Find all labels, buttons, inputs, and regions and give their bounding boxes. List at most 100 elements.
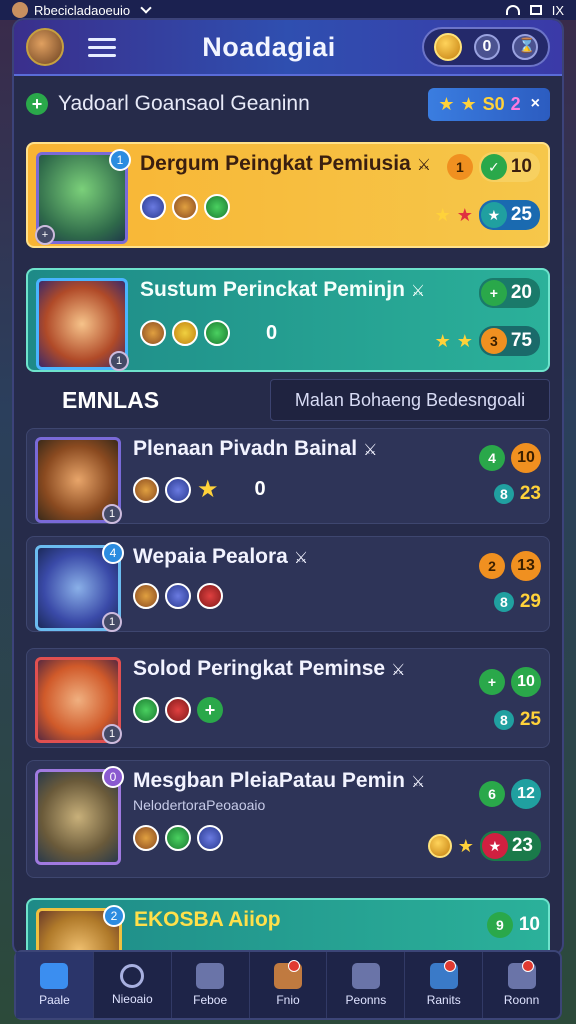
stat-value: +20: [478, 278, 540, 308]
bottom-nav: Paale Nieoaio Feboe Fnio Peonns Ranits R…: [14, 950, 562, 1020]
item-icon[interactable]: [172, 320, 198, 346]
item-icon[interactable]: [133, 476, 159, 503]
stat-icon: 6: [479, 781, 505, 807]
rank-badge: +: [35, 225, 55, 245]
add-icon[interactable]: +: [26, 93, 48, 115]
battery-icon: [529, 5, 542, 15]
nav-label: Fnio: [276, 993, 300, 1007]
item-icon[interactable]: [165, 583, 191, 609]
card-stats: 1 ✓ 10 ★ ★ ★ 25: [435, 152, 540, 230]
item-icon[interactable]: [133, 697, 159, 723]
page-title: Noadagiai: [202, 31, 336, 62]
star-icon: ★: [434, 330, 451, 351]
ranking-card[interactable]: 1 + Dergum Peingkat Pemiusia ⚔ 1 ✓ 10 ★ ★ …: [26, 142, 550, 248]
hero-portrait: 1 +: [35, 149, 131, 245]
card-stats: 4 10 8 23: [479, 443, 541, 505]
stat-value: 29: [519, 591, 541, 612]
coin-icon: [427, 834, 452, 858]
ranking-card[interactable]: 0 Mesgban PleiaPatau Pemin ⚔ NelodertoraP…: [26, 760, 550, 878]
stat-value: ★ 23: [479, 831, 541, 861]
item-icon[interactable]: [133, 825, 159, 851]
item-icon[interactable]: [172, 194, 198, 220]
item-icon[interactable]: [165, 476, 191, 503]
item-icon[interactable]: [140, 320, 166, 346]
home-icon: [40, 963, 69, 989]
reward-extra: 2: [510, 93, 521, 114]
level-badge: 0: [102, 766, 124, 788]
player-avatar[interactable]: [26, 28, 64, 66]
section-header: EMNLAS Malan Bohaeng Bedesngoali: [14, 376, 562, 424]
search-icon: [120, 964, 145, 988]
stat-icon: 9: [486, 912, 513, 938]
card-stats: 6 12 ★ ★ 23: [427, 779, 541, 861]
wifi-icon: [505, 5, 520, 15]
reward-value: S0: [482, 93, 505, 114]
swords-icon: ⚔: [391, 662, 406, 679]
nav-item-search[interactable]: Nieoaio: [94, 952, 172, 1018]
section-title: EMNLAS: [62, 386, 160, 413]
item-icon[interactable]: [165, 697, 191, 723]
mail-icon: [351, 963, 380, 989]
currency-pill[interactable]: 0: [422, 27, 550, 67]
close-icon[interactable]: ×: [531, 95, 540, 113]
nav-label: Peonns: [345, 993, 387, 1007]
ranking-card[interactable]: 4 1 Wepaia Pealora ⚔ 2 13 8 29: [26, 536, 550, 632]
star-icon: ★: [460, 93, 477, 114]
star-icon: ★: [438, 93, 455, 114]
section-filter[interactable]: Malan Bohaeng Bedesngoali: [270, 379, 550, 421]
nav-label: Paale: [39, 993, 70, 1007]
nav-item-mail[interactable]: Peonns: [327, 952, 406, 1018]
nav-label: Nieoaio: [111, 992, 153, 1006]
rank-badge: 1: [109, 351, 129, 371]
main-panel: Noadagiai 0 + Yadoarl Goansaol Geaninn ★…: [14, 20, 562, 954]
stat-icon: 8: [493, 592, 514, 612]
nav-item-battle[interactable]: Fnio: [250, 952, 328, 1018]
stat-value: ★ 25: [478, 200, 540, 230]
status-right-label: IX: [551, 2, 564, 18]
item-count: 0: [254, 478, 266, 500]
stat-badge-icon: ✓: [480, 154, 507, 180]
coin-icon: [434, 33, 462, 61]
item-icon[interactable]: [197, 825, 223, 851]
item-icon[interactable]: [165, 825, 191, 851]
card-stats: +20 ★ ★ 3 75: [435, 278, 540, 356]
notification-dot: [522, 960, 535, 972]
ranking-card[interactable]: 1 Solod Peringkat Peminse ⚔ + + 10 8 25: [26, 648, 550, 748]
swords-icon: ⚔: [410, 283, 426, 300]
nav-item-rank[interactable]: Ranits: [405, 952, 484, 1018]
item-icon[interactable]: [204, 320, 230, 346]
ranking-card[interactable]: 1 Plenaan Pivadn Bainal ⚔ ★ 0 4 10 8 23: [26, 428, 550, 524]
reward-pill[interactable]: ★ ★ S0 2 ×: [428, 87, 550, 121]
swords-icon: ⚔: [293, 550, 309, 567]
item-icon[interactable]: [140, 194, 166, 220]
ranking-card[interactable]: 2 EKOSBA Aiiop 9 10: [26, 898, 550, 954]
level-badge: 1: [109, 149, 131, 171]
inventory-icon: [196, 963, 225, 989]
nav-item-profile[interactable]: Roonn: [483, 952, 560, 1018]
item-icon[interactable]: [197, 583, 223, 609]
star-icon: ★: [456, 330, 473, 351]
star-icon: ★: [434, 204, 451, 225]
nav-item-inventory[interactable]: Feboe: [172, 952, 250, 1018]
stat-value: 25: [519, 709, 541, 730]
item-icon[interactable]: [133, 583, 159, 609]
item-icon[interactable]: [204, 194, 230, 220]
stat-badge-icon: ★: [480, 202, 507, 228]
nav-item-home[interactable]: Paale: [16, 952, 94, 1018]
top-bar: Noadagiai 0: [14, 20, 562, 76]
add-item-icon[interactable]: +: [197, 697, 223, 723]
hero-portrait: 0: [35, 766, 124, 865]
stat-icon: +: [479, 669, 505, 695]
event-title: Yadoarl Goansaol Geaninn: [58, 92, 310, 115]
rank-badge: 1: [102, 724, 122, 744]
menu-icon[interactable]: [88, 37, 116, 57]
status-avatar: [12, 2, 28, 18]
stat-badge-icon: 3: [480, 328, 507, 354]
level-badge: 4: [102, 542, 124, 564]
chevron-down-icon[interactable]: [140, 2, 152, 14]
event-bar: + Yadoarl Goansaol Geaninn ★ ★ S0 2 ×: [14, 76, 562, 132]
ranking-card[interactable]: 1 Sustum Perinckat Peminjn ⚔ 0 +20 ★ ★ 37…: [26, 268, 550, 372]
stat-value: 10: [518, 914, 540, 935]
hourglass-icon[interactable]: [512, 34, 538, 60]
stat-value: 3 75: [478, 326, 540, 356]
